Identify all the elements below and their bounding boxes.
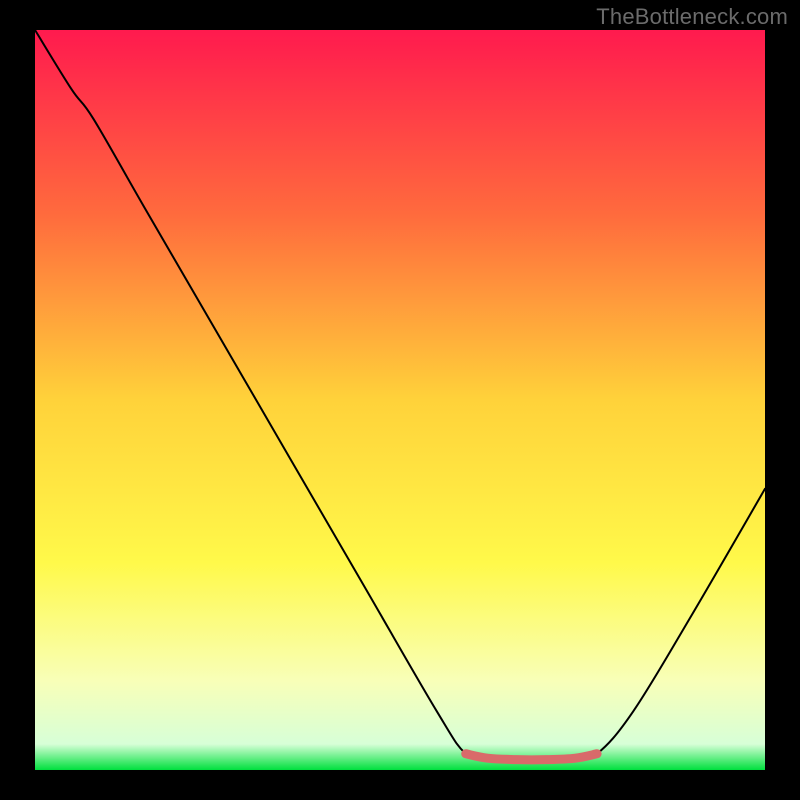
chart-frame: TheBottleneck.com (0, 0, 800, 800)
chart-svg (35, 30, 765, 770)
gradient-background (35, 30, 765, 770)
watermark-text: TheBottleneck.com (596, 4, 788, 30)
plot-area (35, 30, 765, 770)
